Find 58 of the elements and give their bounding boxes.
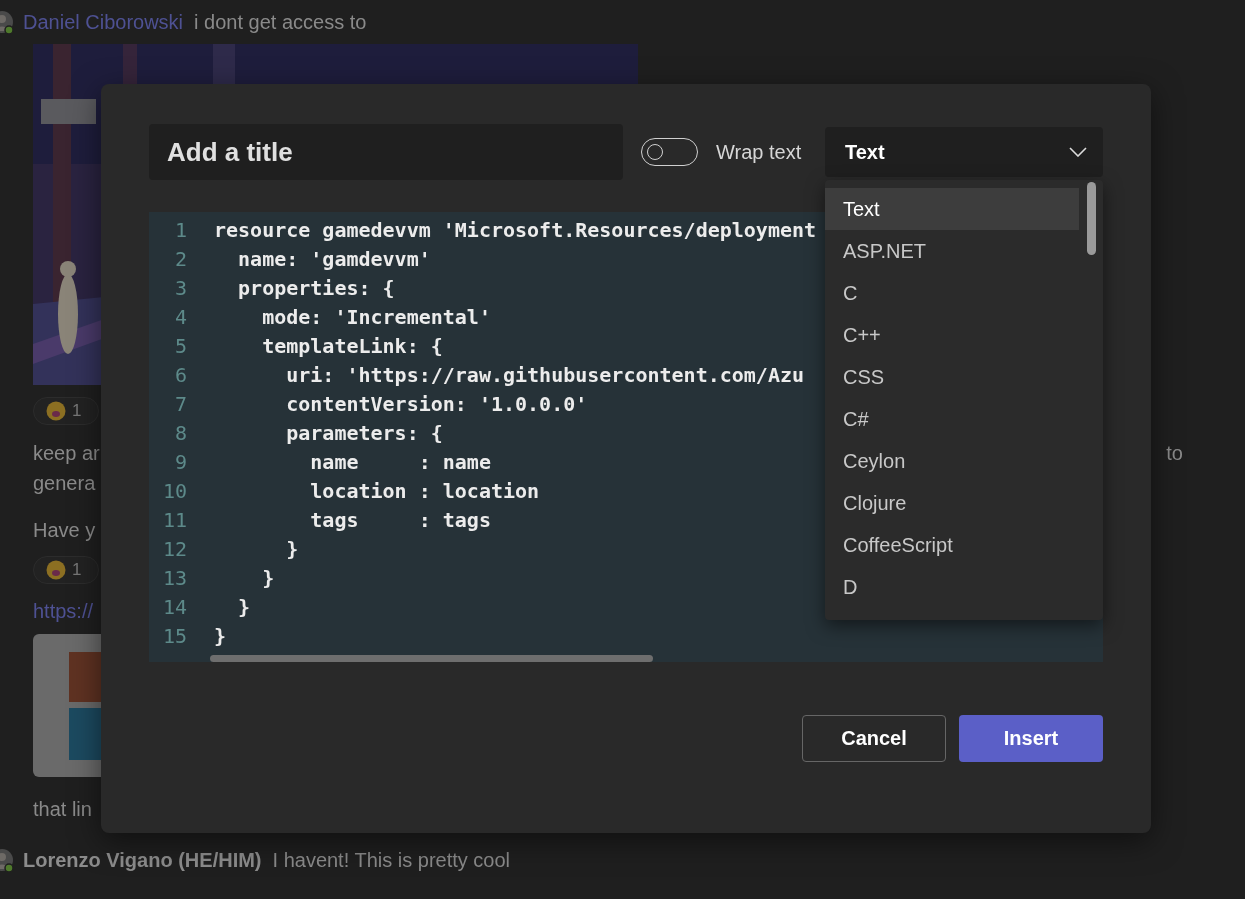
author-name[interactable]: Lorenzo Vigano (HE/HIM) bbox=[23, 848, 262, 872]
message-text: I havent! This is pretty cool bbox=[272, 848, 511, 872]
line-number: 4 bbox=[173, 304, 187, 331]
message-text: to bbox=[1166, 441, 1183, 466]
language-option[interactable]: C bbox=[825, 272, 1079, 314]
insert-button[interactable]: Insert bbox=[959, 715, 1103, 762]
line-number: 1 bbox=[173, 217, 187, 244]
code-line: parameters: { bbox=[285, 420, 443, 447]
wrap-label: Wrap text bbox=[716, 140, 802, 164]
line-number: 2 bbox=[173, 246, 187, 273]
language-option[interactable]: D bbox=[825, 566, 1079, 608]
language-option[interactable]: Ceylon bbox=[825, 440, 1079, 482]
language-option[interactable]: C# bbox=[825, 398, 1079, 440]
line-number: 14 bbox=[161, 594, 187, 621]
line-number: 5 bbox=[173, 333, 187, 360]
emoji-icon bbox=[46, 401, 66, 421]
code-line: } bbox=[214, 623, 227, 650]
line-number: 9 bbox=[173, 449, 187, 476]
code-line: location : location bbox=[309, 478, 540, 505]
line-number: 7 bbox=[173, 391, 187, 418]
line-number: 6 bbox=[173, 362, 187, 389]
code-line: mode: 'Incremental' bbox=[261, 304, 491, 331]
cancel-button[interactable]: Cancel bbox=[802, 715, 946, 762]
code-line: templateLink: { bbox=[261, 333, 443, 360]
line-number: 11 bbox=[161, 507, 187, 534]
code-line: name: 'gamdevvm' bbox=[237, 246, 431, 273]
code-line: } bbox=[261, 565, 275, 592]
scrollbar[interactable] bbox=[210, 655, 653, 662]
message-text: i dont get access to bbox=[194, 10, 367, 34]
language-option[interactable]: Text bbox=[825, 188, 1079, 230]
message-text: Have y bbox=[33, 518, 96, 543]
language-option[interactable]: CSS bbox=[825, 356, 1079, 398]
line-number: 13 bbox=[161, 565, 187, 592]
language-option[interactable]: CoffeeScript bbox=[825, 524, 1079, 566]
line-number: 15 bbox=[161, 623, 187, 650]
line-number: 12 bbox=[161, 536, 187, 563]
message-text: keep ar bbox=[33, 441, 100, 466]
title-field[interactable]: Add a title bbox=[149, 124, 623, 180]
code-line: uri: 'https://raw.githubusercontent.com/Azu bbox=[285, 362, 804, 389]
chevron-icon bbox=[1069, 147, 1087, 157]
line-number: 3 bbox=[173, 275, 187, 302]
scrollbar[interactable] bbox=[1087, 182, 1096, 255]
message-text: genera bbox=[33, 471, 97, 496]
message-text: that lin bbox=[33, 797, 92, 822]
language-option[interactable]: C++ bbox=[825, 314, 1079, 356]
code-line: tags : tags bbox=[309, 507, 491, 534]
code-line: properties: { bbox=[237, 275, 395, 302]
language-dropdown[interactable]: Text bbox=[825, 127, 1103, 177]
language-option[interactable]: ASP.NET bbox=[825, 230, 1079, 272]
language-option[interactable]: Clojure bbox=[825, 482, 1079, 524]
code-line: resource gamedevvm 'Microsoft.Resources/deployment bbox=[214, 217, 817, 244]
emoji-icon bbox=[46, 560, 66, 580]
code-line: } bbox=[237, 594, 251, 621]
line-number: 10 bbox=[161, 478, 187, 505]
code-line: contentVersion: '1.0.0.0' bbox=[285, 391, 588, 418]
code-line: } bbox=[285, 536, 299, 563]
code-line: name : name bbox=[309, 449, 491, 476]
line-number: 8 bbox=[173, 420, 187, 447]
